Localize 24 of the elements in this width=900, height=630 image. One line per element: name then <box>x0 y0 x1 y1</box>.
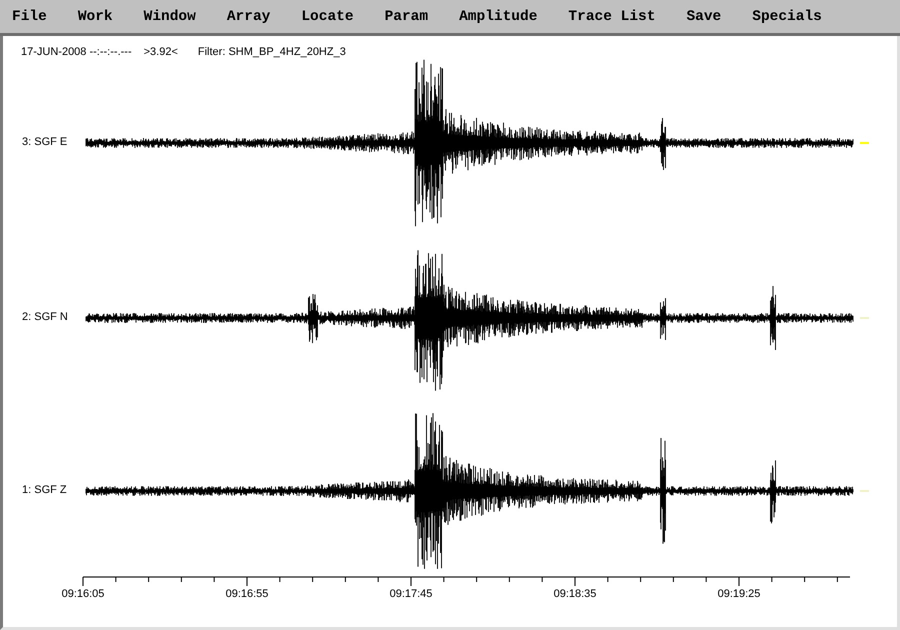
time-label: 09:17:45 <box>388 589 434 600</box>
filter-label: Filter: SHM_BP_4HZ_20HZ_3 <box>198 45 346 60</box>
time-label: 09:19:25 <box>716 589 762 600</box>
menu-item[interactable]: Locate <box>301 10 354 25</box>
menu-item[interactable]: Param <box>384 10 428 25</box>
menu-item[interactable]: Work <box>78 10 113 25</box>
menu-item[interactable]: Array <box>226 10 270 25</box>
channel-marker[interactable] <box>860 317 869 319</box>
time-label: 09:16:55 <box>224 589 270 600</box>
time-label: 09:16:05 <box>60 589 106 600</box>
time-label: 09:18:35 <box>552 589 598 600</box>
menu-item[interactable]: Save <box>686 10 722 25</box>
channel-marker[interactable] <box>860 142 869 144</box>
amplitude-readout: >3.92< <box>144 45 178 60</box>
menu-item[interactable]: Trace List <box>568 10 656 25</box>
menu-item[interactable]: Amplitude <box>459 10 538 25</box>
trace-label: 2: SGF N <box>22 312 68 323</box>
channel-marker[interactable] <box>860 490 869 492</box>
menu-item[interactable]: Specials <box>752 10 822 25</box>
trace-label: 1: SGF Z <box>22 485 67 496</box>
menu-item[interactable]: File <box>12 10 47 25</box>
trace-label: 3: SGF E <box>22 137 68 148</box>
menu-item[interactable]: Window <box>144 10 196 25</box>
date-time-readout: 17-JUN-2008 --:--:--.--- <box>21 45 132 60</box>
